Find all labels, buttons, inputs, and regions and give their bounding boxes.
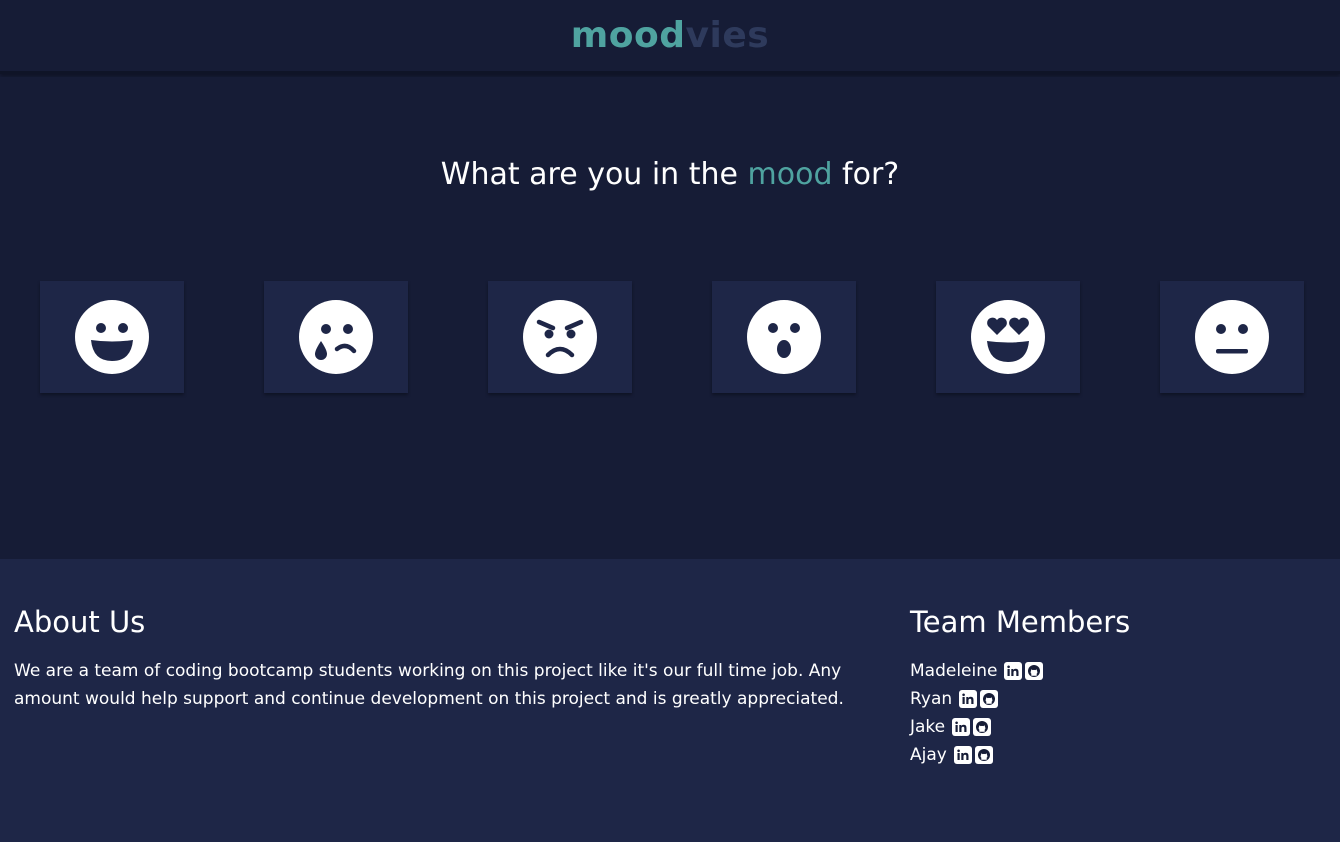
- crying-face-icon: [299, 300, 373, 374]
- team-list: Madeleine Ryan Jake Ajay: [910, 657, 1044, 769]
- site-header: moodvies: [0, 0, 1340, 74]
- team-member: Jake: [910, 713, 1043, 741]
- logo-vies: vies: [685, 14, 770, 56]
- member-name: Ryan: [910, 689, 953, 709]
- linkedin-icon[interactable]: [1004, 662, 1023, 680]
- mood-button-angry[interactable]: [488, 281, 632, 393]
- angry-face-icon: [523, 300, 597, 374]
- member-name: Jake: [910, 717, 946, 737]
- question-highlight: mood: [747, 157, 833, 192]
- surprised-face-icon: [747, 300, 821, 374]
- about-text: We are a team of coding bootcamp student…: [14, 661, 844, 709]
- site-footer: About Us We are a team of coding bootcam…: [0, 559, 1340, 842]
- grinning-face-icon: [75, 300, 149, 374]
- question-text-after: for?: [832, 157, 900, 192]
- github-icon[interactable]: [974, 746, 993, 764]
- mood-button-happy[interactable]: [40, 281, 184, 393]
- team-member: Ajay: [910, 741, 1043, 769]
- mood-button-sad[interactable]: [264, 281, 408, 393]
- linkedin-icon[interactable]: [953, 746, 972, 764]
- github-icon[interactable]: [980, 690, 999, 708]
- github-icon[interactable]: [973, 718, 992, 736]
- linkedin-icon[interactable]: [952, 718, 971, 736]
- mood-question: What are you in the mood for?: [0, 157, 1340, 192]
- member-name: Ajay: [910, 745, 947, 765]
- team-title: Team Members: [910, 605, 1131, 639]
- heart-eyes-face-icon: [971, 300, 1045, 374]
- github-icon[interactable]: [1025, 662, 1044, 680]
- mood-button-love[interactable]: [936, 281, 1080, 393]
- question-text-before: What are you in the: [440, 157, 748, 192]
- mood-button-surprised[interactable]: [712, 281, 856, 393]
- about-title: About Us: [14, 605, 146, 639]
- mood-picker-section: What are you in the mood for?: [0, 77, 1340, 559]
- neutral-face-icon: [1195, 300, 1269, 374]
- member-name: Madeleine: [910, 661, 998, 681]
- team-member: Ryan: [910, 685, 1043, 713]
- team-member: Madeleine: [910, 657, 1044, 685]
- linkedin-icon[interactable]: [959, 690, 978, 708]
- mood-button-neutral[interactable]: [1160, 281, 1304, 393]
- logo[interactable]: moodvies: [570, 14, 770, 56]
- logo-mood: mood: [570, 14, 686, 56]
